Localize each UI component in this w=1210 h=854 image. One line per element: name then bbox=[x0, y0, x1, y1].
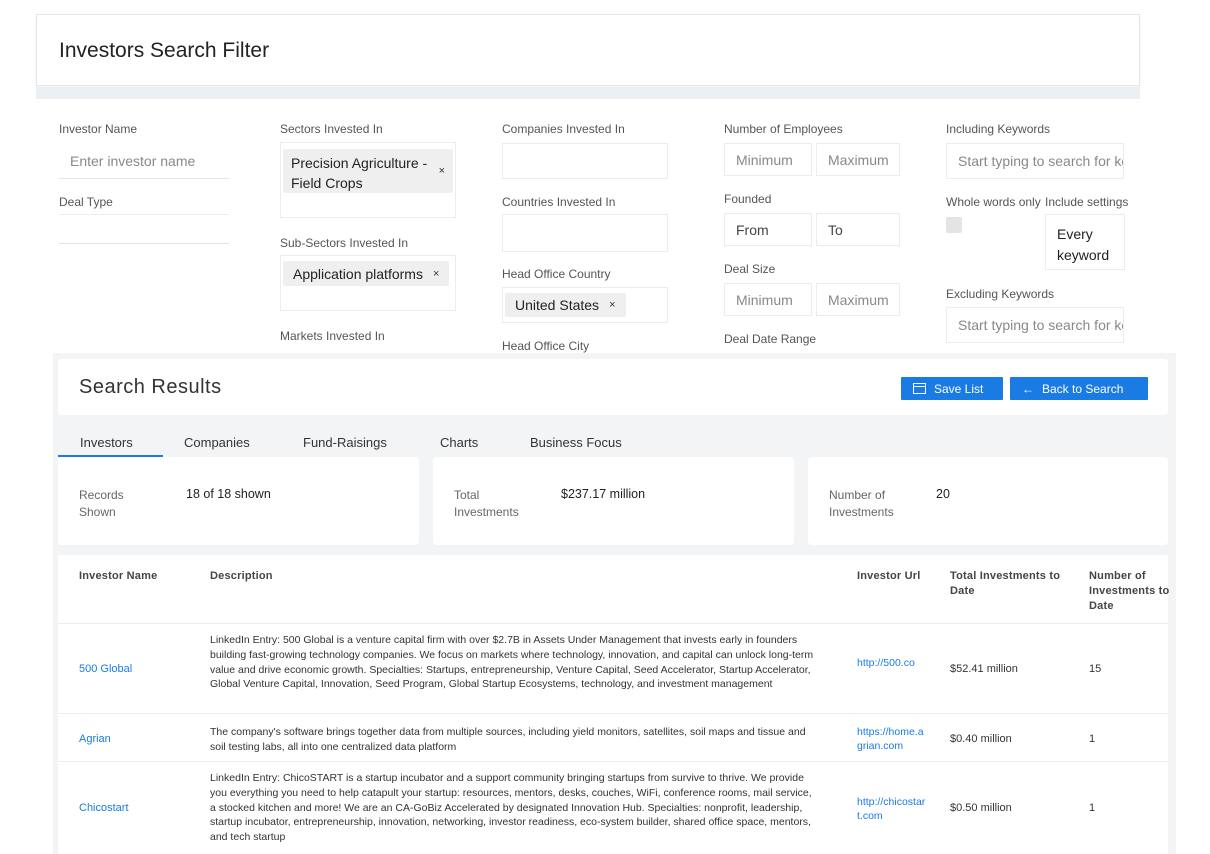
investor-name-input[interactable]: Enter investor name bbox=[59, 143, 229, 179]
list-icon bbox=[913, 383, 926, 394]
head-office-city-label: Head Office City bbox=[502, 339, 590, 353]
excluding-keywords-input[interactable]: Start typing to search for keywords bbox=[946, 307, 1124, 343]
include-settings-value: Every keyword bbox=[1057, 224, 1109, 266]
filter-divider bbox=[36, 87, 1140, 99]
employees-max-input[interactable]: Maximum bbox=[816, 143, 900, 176]
deal-size-max-input[interactable]: Maximum bbox=[816, 283, 900, 316]
include-settings-label: Include settings bbox=[1045, 195, 1129, 209]
tab-charts[interactable]: Charts bbox=[440, 435, 478, 450]
whole-words-checkbox[interactable] bbox=[946, 217, 962, 233]
investor-url-link[interactable]: http://500.co bbox=[857, 656, 927, 670]
deal-date-range-label: Deal Date Range bbox=[724, 332, 817, 346]
employees-label: Number of Employees bbox=[724, 122, 843, 136]
investor-total: $0.40 million bbox=[950, 733, 1012, 745]
column-header-total-investments[interactable]: Total Investments to Date bbox=[950, 569, 1070, 599]
include-settings-value-line2: keyword bbox=[1057, 247, 1110, 263]
sectors-label: Sectors Invested In bbox=[280, 122, 383, 136]
countries-select[interactable] bbox=[502, 214, 668, 252]
chip-remove-icon[interactable]: × bbox=[439, 165, 445, 177]
deal-size-min-input[interactable]: Minimum bbox=[724, 283, 812, 316]
including-keywords-input[interactable]: Start typing to search for keywords bbox=[946, 143, 1124, 179]
deal-size-label: Deal Size bbox=[724, 262, 776, 276]
search-results-panel: Search Results Save List ← Back to Searc… bbox=[53, 353, 1176, 854]
include-settings-value-line1: Every bbox=[1057, 226, 1093, 242]
country-chip-label: United States bbox=[515, 297, 600, 313]
investor-total: $52.41 million bbox=[950, 663, 1018, 675]
column-header-number-investments[interactable]: Number of Investments to Date bbox=[1089, 569, 1174, 614]
save-list-label: Save List bbox=[934, 381, 984, 396]
results-title: Search Results bbox=[79, 376, 222, 398]
save-list-button[interactable]: Save List bbox=[901, 377, 1003, 400]
chip-remove-icon[interactable]: × bbox=[433, 268, 439, 280]
chip-remove-icon[interactable]: × bbox=[609, 299, 615, 311]
investor-count: 1 bbox=[1089, 802, 1096, 814]
column-header-investor-name[interactable]: Investor Name bbox=[79, 569, 157, 584]
investor-url-link[interactable]: http://chicostart.com bbox=[857, 795, 927, 823]
founded-to-input[interactable]: To bbox=[816, 213, 900, 246]
sub-sectors-label: Sub-Sectors Invested In bbox=[280, 236, 409, 250]
investor-total: $0.50 million bbox=[950, 802, 1012, 814]
sub-sector-chip: Application platforms × bbox=[283, 261, 450, 286]
investor-count: 15 bbox=[1089, 663, 1102, 675]
country-chip: United States × bbox=[505, 293, 626, 317]
row-divider bbox=[58, 623, 1168, 624]
investor-url-link[interactable]: https://home.agrian.com bbox=[857, 725, 927, 753]
whole-words-label: Whole words only bbox=[946, 195, 1041, 209]
employees-min-input[interactable]: Minimum bbox=[724, 143, 812, 176]
companies-select[interactable] bbox=[502, 143, 668, 179]
stat-value: $237.17 million bbox=[561, 487, 646, 501]
investor-description: LinkedIn Entry: ChicoSTART is a startup … bbox=[210, 772, 812, 844]
column-header-description[interactable]: Description bbox=[210, 569, 273, 584]
results-tabs: Investors Companies Fund-Raisings Charts… bbox=[58, 431, 1168, 457]
arrow-left-icon: ← bbox=[1022, 381, 1034, 396]
head-office-country-label: Head Office Country bbox=[502, 267, 611, 281]
investor-description: LinkedIn Entry: 500 Global is a venture … bbox=[210, 634, 814, 691]
stat-card-number-investments: Number of Investments 20 bbox=[808, 457, 1168, 545]
column-header-investor-url[interactable]: Investor Url bbox=[857, 569, 921, 584]
row-divider bbox=[58, 761, 1168, 762]
filter-header-card: Investors Search Filter bbox=[36, 14, 1140, 86]
investor-description: The company's software brings together d… bbox=[210, 726, 806, 753]
deal-type-label: Deal Type bbox=[59, 195, 113, 209]
back-to-search-button[interactable]: ← Back to Search bbox=[1010, 377, 1148, 400]
tab-fund-raisings[interactable]: Fund-Raisings bbox=[303, 435, 387, 450]
countries-label: Countries Invested In bbox=[502, 195, 616, 209]
filter-title: Investors Search Filter bbox=[59, 39, 270, 62]
results-header: Search Results Save List ← Back to Searc… bbox=[58, 359, 1168, 415]
stat-card-total-investments: Total Investments $237.17 million bbox=[433, 457, 794, 545]
stat-card-records: Records Shown 18 of 18 shown bbox=[58, 457, 419, 545]
stat-value: 18 of 18 shown bbox=[186, 487, 271, 501]
stat-label: Total Investments bbox=[454, 488, 519, 519]
tab-investors[interactable]: Investors bbox=[80, 435, 133, 450]
founded-label: Founded bbox=[724, 192, 772, 206]
sector-chip: Precision Agriculture - Field Crops × bbox=[283, 149, 453, 193]
investor-name-label: Investor Name bbox=[59, 122, 138, 136]
investor-count: 1 bbox=[1089, 733, 1096, 745]
stat-value: 20 bbox=[936, 487, 950, 501]
including-keywords-label: Including Keywords bbox=[946, 122, 1051, 136]
investor-name-link[interactable]: 500 Global bbox=[79, 663, 132, 675]
investors-table: Investor Name Description Investor Url T… bbox=[58, 555, 1169, 854]
excluding-keywords-label: Excluding Keywords bbox=[946, 287, 1055, 301]
markets-label: Markets Invested In bbox=[280, 329, 385, 343]
founded-from-input[interactable]: From bbox=[724, 213, 812, 246]
include-settings-select[interactable]: Every keyword bbox=[1045, 214, 1125, 270]
row-divider bbox=[58, 713, 1168, 714]
sector-chip-label: Precision Agriculture - Field Crops bbox=[291, 155, 428, 191]
investor-name-link[interactable]: Chicostart bbox=[79, 802, 129, 814]
sub-sector-chip-label: Application platforms bbox=[293, 265, 423, 282]
back-to-search-label: Back to Search bbox=[1042, 381, 1124, 396]
investor-name-link[interactable]: Agrian bbox=[79, 733, 111, 745]
stat-label: Number of Investments bbox=[829, 488, 894, 519]
companies-label: Companies Invested In bbox=[502, 122, 625, 136]
tab-companies[interactable]: Companies bbox=[184, 435, 250, 450]
stat-label: Records Shown bbox=[79, 488, 124, 519]
deal-type-select[interactable] bbox=[59, 214, 229, 244]
tab-business-focus[interactable]: Business Focus bbox=[530, 435, 622, 450]
